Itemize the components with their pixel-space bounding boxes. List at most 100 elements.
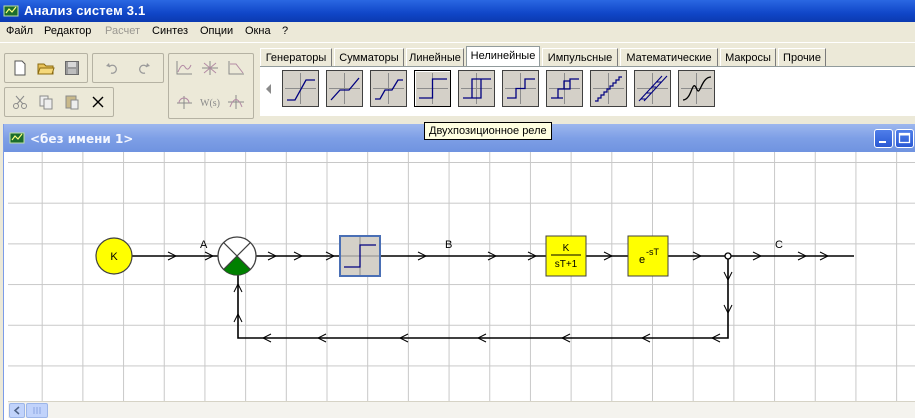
tab-pulse[interactable]: Импульсные bbox=[542, 48, 618, 67]
save-disk-icon bbox=[65, 61, 79, 75]
bode-icon bbox=[228, 61, 244, 75]
document-window: <без имени 1> K K sT+1 e -sT A B C bbox=[3, 124, 915, 420]
signal-label-b: B bbox=[445, 239, 452, 251]
tooltip: Двухпозиционное реле bbox=[424, 122, 552, 140]
menu-file[interactable]: Файл bbox=[6, 25, 33, 37]
tab-nonlinear[interactable]: Нелинейные bbox=[466, 46, 540, 67]
relay-icon bbox=[417, 73, 448, 104]
tab-other[interactable]: Прочие bbox=[778, 48, 826, 67]
nyquist-icon bbox=[177, 96, 192, 109]
delete-button[interactable] bbox=[87, 91, 109, 113]
transfer-function-block[interactable]: K sT+1 bbox=[545, 235, 587, 277]
signal-label-c: C bbox=[775, 239, 783, 251]
root-locus-button[interactable] bbox=[199, 57, 221, 79]
scroll-left-button[interactable] bbox=[9, 403, 25, 418]
undo-icon bbox=[106, 63, 117, 74]
tab-linear[interactable]: Линейные bbox=[406, 48, 464, 67]
relay-block[interactable] bbox=[339, 235, 381, 277]
redo-button[interactable] bbox=[133, 57, 155, 79]
block-relay-hysteresis-button[interactable] bbox=[458, 70, 495, 107]
saturation-icon bbox=[285, 73, 316, 104]
file-toolbar bbox=[4, 53, 88, 83]
paste-icon bbox=[65, 95, 79, 110]
minimize-button[interactable] bbox=[874, 129, 893, 148]
copy-button[interactable] bbox=[35, 91, 57, 113]
menu-windows[interactable]: Окна bbox=[245, 25, 271, 37]
menu-calculation[interactable]: Расчет bbox=[105, 25, 140, 37]
app-titlebar[interactable]: Анализ систем 3.1 bbox=[0, 0, 915, 22]
clipboard-toolbar bbox=[4, 87, 114, 117]
menu-editor[interactable]: Редактор bbox=[44, 25, 91, 37]
locus-icon bbox=[202, 61, 218, 75]
block-three-position-relay-button[interactable] bbox=[502, 70, 539, 107]
scroll-left-arrow-icon bbox=[13, 406, 20, 415]
deadzone-saturation-icon bbox=[373, 73, 404, 104]
menu-options[interactable]: Опции bbox=[200, 25, 233, 37]
copy-icon bbox=[39, 95, 53, 110]
delay-base: e bbox=[639, 254, 645, 266]
curve-icon bbox=[681, 73, 712, 104]
delay-block[interactable]: e -sT bbox=[627, 235, 669, 277]
block-two-position-relay-button[interactable] bbox=[414, 70, 451, 107]
tf-denominator: sT+1 bbox=[555, 259, 578, 270]
summing-junction[interactable] bbox=[217, 236, 257, 276]
diagram-canvas[interactable]: K K sT+1 e -sT A B C bbox=[8, 152, 915, 401]
open-folder-icon bbox=[37, 63, 55, 75]
maximize-icon bbox=[898, 132, 911, 144]
undo-toolbar bbox=[92, 53, 164, 83]
undo-button[interactable] bbox=[101, 57, 123, 79]
block-diagram: K K sT+1 e -sT A B C bbox=[95, 235, 854, 343]
block-nonlinear-curve-button[interactable] bbox=[678, 70, 715, 107]
library-scroll-left-icon[interactable] bbox=[266, 84, 271, 94]
save-file-button[interactable] bbox=[61, 57, 83, 79]
app-icon bbox=[3, 5, 19, 17]
block-saturation-button[interactable] bbox=[282, 70, 319, 107]
source-label: K bbox=[110, 251, 118, 263]
menu-synthesis[interactable]: Синтез bbox=[152, 25, 188, 37]
tab-generators[interactable]: Генераторы bbox=[260, 48, 332, 67]
deadzone-icon bbox=[329, 73, 360, 104]
source-block[interactable]: K bbox=[95, 237, 133, 275]
three-position-relay-icon bbox=[505, 73, 536, 104]
bode-plot-button[interactable] bbox=[225, 57, 247, 79]
cut-button[interactable] bbox=[9, 91, 31, 113]
quantizer-icon bbox=[593, 73, 624, 104]
scroll-thumb[interactable] bbox=[26, 403, 48, 418]
wfunction-icon: W(s) bbox=[200, 98, 220, 109]
tab-math[interactable]: Математические bbox=[620, 48, 718, 67]
three-position-hysteresis-icon bbox=[549, 73, 580, 104]
new-file-button[interactable] bbox=[9, 57, 31, 79]
close-x-icon bbox=[92, 96, 104, 108]
backlash-icon bbox=[637, 73, 668, 104]
maximize-button[interactable] bbox=[895, 129, 914, 148]
plot-icon bbox=[176, 61, 192, 75]
branch-point[interactable] bbox=[724, 252, 732, 260]
new-file-icon bbox=[14, 60, 26, 76]
nyquist-button[interactable] bbox=[173, 91, 195, 113]
tab-macros[interactable]: Макросы bbox=[720, 48, 776, 67]
menu-bar: Файл Редактор Расчет Синтез Опции Окна ? bbox=[0, 22, 915, 42]
open-file-button[interactable] bbox=[35, 57, 57, 79]
horizontal-scrollbar[interactable] bbox=[8, 401, 915, 418]
tab-summators[interactable]: Сумматоры bbox=[334, 48, 404, 67]
block-deadzone-saturation-button[interactable] bbox=[370, 70, 407, 107]
freq-icon bbox=[228, 95, 244, 109]
hysteresis-relay-icon bbox=[461, 73, 492, 104]
minimize-icon bbox=[879, 141, 886, 143]
delay-exponent: -sT bbox=[646, 247, 659, 257]
analysis-toolbar: W(s) bbox=[168, 53, 254, 119]
paste-button[interactable] bbox=[61, 91, 83, 113]
frequency-response-button[interactable] bbox=[225, 91, 247, 113]
transfer-function-button[interactable]: W(s) bbox=[199, 91, 221, 113]
block-quantizer-button[interactable] bbox=[590, 70, 627, 107]
redo-icon bbox=[139, 63, 150, 74]
block-deadzone-button[interactable] bbox=[326, 70, 363, 107]
app-title: Анализ систем 3.1 bbox=[24, 3, 146, 18]
arrow-heads bbox=[167, 251, 830, 343]
document-icon bbox=[9, 132, 25, 144]
grip-icon bbox=[33, 407, 41, 414]
block-backlash-button[interactable] bbox=[634, 70, 671, 107]
menu-help[interactable]: ? bbox=[282, 25, 288, 37]
transient-plot-button[interactable] bbox=[173, 57, 195, 79]
block-three-position-hysteresis-button[interactable] bbox=[546, 70, 583, 107]
